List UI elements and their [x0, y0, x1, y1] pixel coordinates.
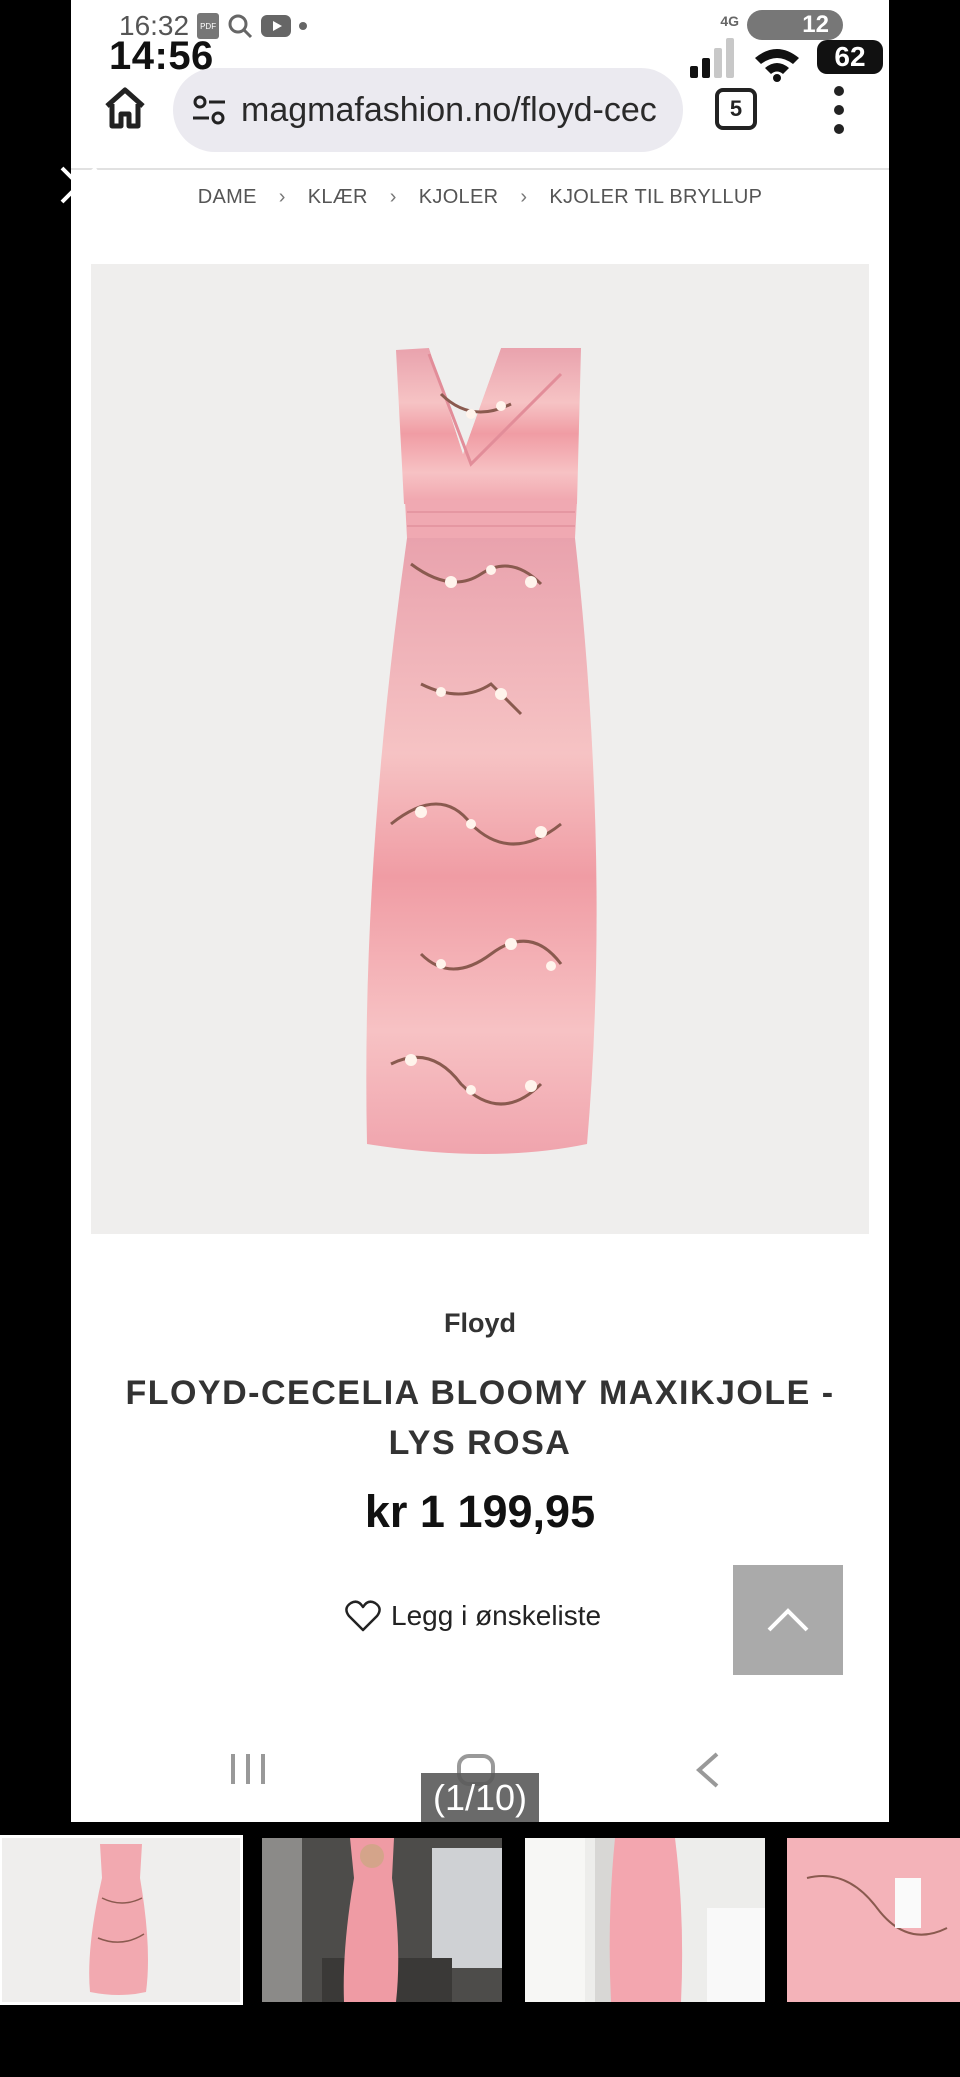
add-to-wishlist-button[interactable]: Legg i ønskeliste	[345, 1600, 601, 1632]
breadcrumb-item-kjoler-til-bryllup[interactable]: KJOLER TIL BRYLLUP	[549, 186, 762, 209]
site-settings-icon[interactable]	[191, 92, 227, 128]
thumbnail-dress-closeup	[525, 1838, 765, 2002]
url-text: magmafashion.no/floyd-cec	[241, 90, 657, 129]
heart-icon	[345, 1600, 381, 1632]
thumbnail-fabric-detail	[787, 1838, 960, 2002]
product-image[interactable]	[91, 264, 869, 1234]
thumbnail-4[interactable]	[787, 1838, 960, 2002]
product-title-line2: LYS ROSA	[388, 1424, 572, 1462]
battery-back: 12	[747, 10, 843, 40]
phone-screenshot: 16:32 PDF 14:56 4G 12 62 magmafashion.no…	[71, 0, 889, 1822]
browser-toolbar: magmafashion.no/floyd-cec 5	[71, 60, 889, 160]
scroll-to-top-button[interactable]	[733, 1565, 843, 1675]
thumbnail-dress-image	[89, 1844, 148, 1995]
youtube-icon	[261, 15, 292, 37]
gallery-counter: (1/10)	[421, 1773, 539, 1822]
network-type: 4G	[720, 13, 739, 29]
notification-dot	[299, 22, 308, 30]
breadcrumb-item-klaer[interactable]: KLÆR	[308, 186, 368, 209]
thumbnail-3[interactable]	[525, 1838, 765, 2002]
breadcrumb: DAME › KLÆR › KJOLER › KJOLER TIL BRYLLU…	[71, 172, 889, 222]
product-price: kr 1 199,95	[364, 1486, 596, 1537]
search-icon	[228, 14, 253, 39]
thumbnail-2[interactable]	[262, 1838, 502, 2002]
tab-switcher-button[interactable]: 5	[715, 88, 757, 130]
chevron-right-icon: ›	[278, 185, 286, 208]
breadcrumb-item-kjoler[interactable]: KJOLER	[419, 186, 499, 209]
address-bar[interactable]: magmafashion.no/floyd-cec	[173, 68, 683, 152]
product-brand[interactable]: Floyd	[71, 1308, 889, 1339]
thumbnail-store-photo	[262, 1838, 502, 2002]
back-nav-icon[interactable]	[691, 1752, 725, 1788]
product-title: FLOYD-CECELIA BLOOMY MAXIKJOLE - LYS ROS…	[101, 1368, 859, 1468]
chevron-right-icon: ›	[389, 185, 397, 208]
recent-apps-icon[interactable]	[231, 1754, 265, 1784]
dress-illustration	[366, 348, 597, 1154]
overflow-menu-icon[interactable]	[831, 86, 847, 134]
wishlist-label: Legg i ønskeliste	[391, 1600, 602, 1631]
chevron-right-icon: ›	[520, 185, 528, 208]
toolbar-divider	[71, 168, 889, 170]
breadcrumb-item-dame[interactable]: DAME	[198, 186, 257, 209]
close-icon[interactable]	[58, 164, 100, 206]
home-icon[interactable]	[101, 84, 149, 132]
product-title-line1: FLOYD-CECELIA BLOOMY MAXIKJOLE -	[125, 1374, 835, 1412]
thumbnail-1[interactable]	[0, 1835, 243, 2005]
gallery-thumbnails	[0, 1835, 960, 2005]
chevron-up-icon	[767, 1608, 809, 1632]
